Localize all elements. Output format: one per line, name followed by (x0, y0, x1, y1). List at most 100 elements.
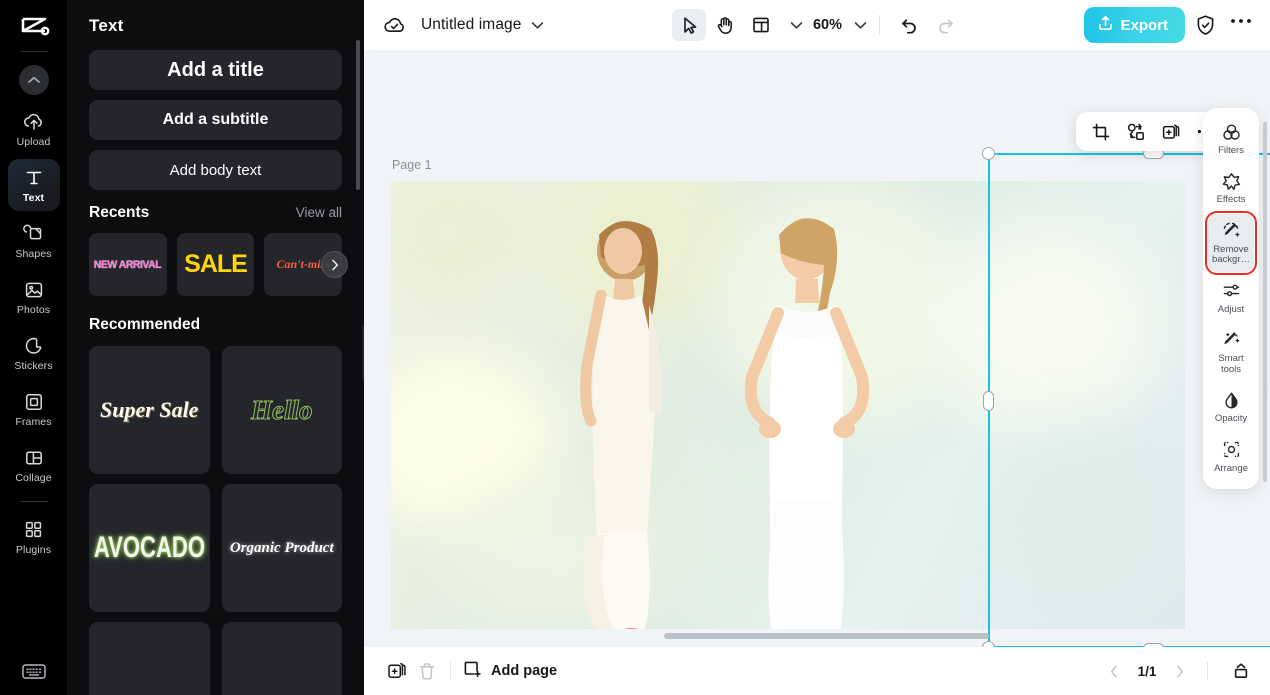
tool-opacity[interactable]: Opacity (1208, 383, 1254, 430)
opacity-drop-icon (1222, 390, 1241, 410)
tool-rail-scrollbar[interactable] (1263, 122, 1267, 482)
text-t-icon (23, 167, 45, 189)
toolbar-divider (879, 15, 881, 35)
tool-label: Filters (1218, 145, 1244, 156)
tool-label: Effects (1216, 194, 1246, 206)
trash-icon[interactable] (412, 656, 442, 686)
add-body-text-button[interactable]: Add body text (89, 150, 342, 190)
recommended-card[interactable]: AVOCADO (89, 484, 210, 612)
more-horizontal-icon[interactable] (1226, 18, 1256, 32)
capcut-logo[interactable] (16, 12, 52, 42)
sidebar-item-label: Text (22, 191, 45, 204)
zoom-chevron-down-icon[interactable] (854, 21, 867, 30)
recents-next-button[interactable] (321, 251, 348, 278)
page-indicator: 1/1 (1137, 663, 1157, 679)
select-tool-button[interactable] (671, 9, 706, 41)
sidebar-item-label: Plugins (15, 543, 52, 556)
tool-arrange[interactable]: Arrange (1208, 433, 1254, 480)
recent-card[interactable]: SALE (176, 233, 255, 296)
replace-button[interactable] (1120, 117, 1151, 147)
page-label: Page 1 (392, 158, 432, 172)
panel-collapse-handle[interactable] (362, 325, 364, 381)
recent-card-label: SALE (184, 250, 248, 278)
duplicate-button[interactable] (1155, 117, 1186, 147)
sidebar-item-photos[interactable]: Photos (8, 271, 60, 323)
top-toolbar: Untitled image 60% Export (364, 0, 1270, 50)
recommended-card[interactable] (89, 622, 210, 695)
sidebar-item-collage[interactable]: Collage (8, 439, 60, 491)
text-panel: Text Add a title Add a subtitle Add body… (67, 0, 364, 695)
recent-card[interactable]: NEW ARRIVAL (89, 233, 167, 296)
shield-check-icon[interactable] (1195, 14, 1216, 37)
layout-chevron-down-icon[interactable] (790, 21, 803, 30)
add-subtitle-button[interactable]: Add a subtitle (89, 100, 342, 140)
tool-filters[interactable]: Filters (1208, 115, 1254, 162)
document-title[interactable]: Untitled image (421, 16, 521, 34)
bokeh-blob (391, 181, 521, 301)
hand-tool-button[interactable] (708, 9, 742, 41)
crop-button[interactable] (1085, 117, 1116, 147)
duplicate-page-icon[interactable] (382, 656, 412, 686)
tool-label: Smart tools (1218, 353, 1244, 375)
recommended-card[interactable]: Hello (221, 346, 342, 474)
canvas-area[interactable]: Page 1 Filters Effects Remove backgr… Ad… (364, 50, 1270, 647)
export-button[interactable]: Export (1084, 7, 1185, 43)
recommended-card[interactable] (221, 622, 342, 695)
layout-tool-button[interactable] (744, 9, 778, 41)
rail-collapse-button[interactable] (18, 65, 49, 95)
cloud-saved-icon (382, 13, 407, 38)
chevron-down-icon[interactable] (531, 21, 544, 30)
prev-page-button[interactable] (1101, 658, 1127, 684)
filters-circles-icon (1222, 122, 1241, 142)
tool-label: Remove backgr… (1211, 243, 1250, 266)
bottom-right-controls: 1/1 (1101, 656, 1256, 686)
sidebar-item-plugins[interactable]: Plugins (8, 511, 60, 563)
panel-title: Text (89, 16, 124, 35)
sidebar-item-stickers[interactable]: Stickers (8, 327, 60, 379)
effects-star-icon (1222, 171, 1241, 191)
undo-button[interactable] (892, 9, 926, 41)
zoom-level[interactable]: 60% (813, 17, 842, 33)
tool-smart-tools[interactable]: Smart tools (1208, 323, 1254, 381)
tool-effects[interactable]: Effects (1208, 164, 1254, 211)
canvas-horizontal-scrollbar[interactable] (664, 633, 989, 639)
recommended-card-label: Hello (251, 394, 313, 425)
sidebar-item-label: Collage (15, 471, 52, 484)
fit-screen-icon[interactable] (1226, 656, 1256, 686)
recents-row: NEW ARRIVAL SALE Can't-miss (89, 233, 348, 296)
add-page-label: Add page (491, 663, 558, 679)
frame-icon (23, 391, 45, 413)
sidebar-item-frames[interactable]: Frames (8, 383, 60, 435)
recent-card-label: NEW ARRIVAL (94, 258, 162, 271)
arrange-icon (1222, 440, 1241, 460)
keyboard-icon[interactable] (19, 660, 49, 682)
bottom-toolbar: Add page 1/1 (364, 647, 1270, 695)
right-tool-rail: Filters Effects Remove backgr… Adjust Sm… (1203, 108, 1259, 489)
recents-view-all-link[interactable]: View all (296, 205, 342, 220)
model-right (744, 218, 870, 629)
tool-label: Adjust (1217, 303, 1245, 315)
sidebar-item-upload[interactable]: Upload (8, 103, 60, 155)
tool-adjust[interactable]: Adjust (1208, 274, 1254, 321)
add-page-button[interactable]: Add page (463, 660, 557, 683)
sidebar-item-text[interactable]: Text (7, 159, 60, 211)
text-panel-scrollbar[interactable] (356, 40, 360, 190)
handle-top-left[interactable] (982, 147, 995, 160)
next-page-button[interactable] (1167, 658, 1193, 684)
model-left (580, 221, 662, 629)
recommended-card[interactable]: Super Sale (89, 346, 210, 474)
rail-bottom (0, 660, 67, 682)
tool-remove-background[interactable]: Remove backgr… (1205, 210, 1257, 275)
handle-middle-left[interactable] (982, 390, 994, 411)
sidebar-item-shapes[interactable]: Shapes (8, 215, 60, 267)
add-title-button[interactable]: Add a title (89, 50, 342, 90)
recommended-card[interactable]: Organic Product (221, 484, 342, 612)
export-label: Export (1120, 16, 1168, 34)
collage-icon (23, 447, 45, 469)
app-root: Upload Text Shapes Photos Stickers Frame… (0, 0, 1270, 695)
sticker-icon (23, 335, 45, 357)
cloud-upload-icon (23, 111, 45, 133)
recommended-card-label: Super Sale (100, 397, 199, 422)
main-area: Untitled image 60% Export Page 1 Filters… (364, 0, 1270, 695)
redo-button[interactable] (928, 9, 962, 41)
